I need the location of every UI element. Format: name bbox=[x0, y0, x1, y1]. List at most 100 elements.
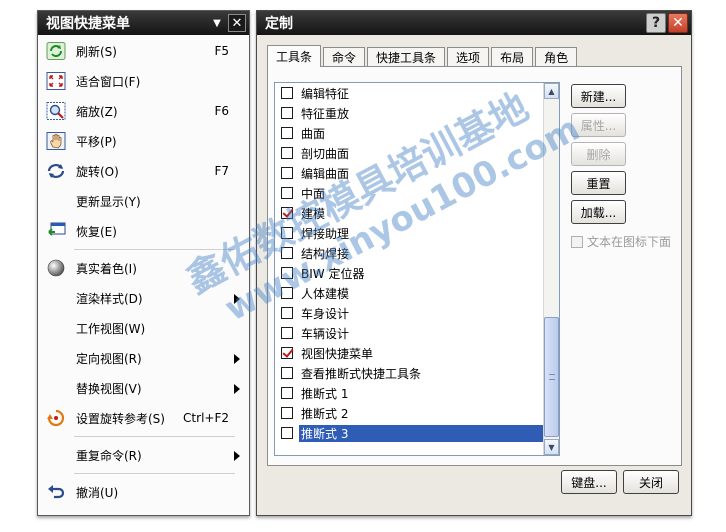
list-item-label: 视图快捷菜单 bbox=[301, 346, 374, 361]
refresh-icon bbox=[46, 42, 66, 60]
reset-button[interactable]: 重置 bbox=[571, 171, 626, 195]
menu-item-set-rotation-reference[interactable]: 设置旋转参考(S) Ctrl+F2 bbox=[38, 403, 249, 433]
submenu-arrow-icon bbox=[234, 294, 240, 304]
scroll-down-icon[interactable]: ▼ bbox=[544, 439, 559, 455]
menu-item-zoom[interactable]: 缩放(Z) F6 bbox=[38, 96, 249, 126]
help-button[interactable]: ? bbox=[646, 13, 666, 33]
menu-item-update-display[interactable]: 更新显示(Y) bbox=[38, 186, 249, 216]
delete-button[interactable]: 删除 bbox=[571, 142, 626, 166]
menu-item-render-style[interactable]: 渲染样式(D) bbox=[38, 283, 249, 313]
list-item-label: BIW 定位器 bbox=[301, 266, 365, 281]
toolbar-checkbox[interactable] bbox=[281, 207, 293, 219]
list-item[interactable]: 编辑特征 bbox=[275, 83, 545, 103]
toolbar-checkbox[interactable] bbox=[281, 227, 293, 239]
toolbar-checkbox[interactable] bbox=[281, 187, 293, 199]
menu-item-shortcut: F7 bbox=[214, 164, 229, 178]
text-below-icon-label: 文本在图标下面 bbox=[587, 235, 672, 249]
list-item[interactable]: 曲面 bbox=[275, 123, 545, 143]
list-item[interactable]: 建模 bbox=[275, 203, 545, 223]
list-item-label: 中面 bbox=[301, 186, 326, 201]
undo-icon bbox=[48, 485, 65, 499]
load-button[interactable]: 加载... bbox=[571, 200, 626, 224]
toolbar-checkbox[interactable] bbox=[281, 107, 293, 119]
list-item[interactable]: 视图快捷菜单 bbox=[275, 343, 545, 363]
list-item[interactable]: 结构焊接 bbox=[275, 243, 545, 263]
toolbar-checkbox[interactable] bbox=[281, 307, 293, 319]
list-item-label: 推断式 2 bbox=[301, 406, 349, 421]
toolbar-checkbox[interactable] bbox=[281, 427, 293, 439]
scroll-up-icon[interactable]: ▲ bbox=[544, 83, 559, 99]
toolbar-checkbox[interactable] bbox=[281, 127, 293, 139]
list-item[interactable]: 车身设计 bbox=[275, 303, 545, 323]
menu-item-label: 适合窗口(F) bbox=[76, 74, 141, 89]
list-item[interactable]: 特征重放 bbox=[275, 103, 545, 123]
toolbar-checkbox[interactable] bbox=[281, 327, 293, 339]
tab-toolbars[interactable]: 工具条 bbox=[267, 45, 322, 67]
submenu-arrow-icon bbox=[234, 451, 240, 461]
menu-item-label: 真实着色(I) bbox=[76, 261, 137, 276]
menu-item-rotate[interactable]: 旋转(O) F7 bbox=[38, 156, 249, 186]
list-item[interactable]: 焊接助理 bbox=[275, 223, 545, 243]
keyboard-button[interactable]: 键盘... bbox=[561, 470, 617, 494]
grip-icon bbox=[549, 374, 555, 380]
list-item[interactable]: 推断式 1 bbox=[275, 383, 545, 403]
new-button[interactable]: 新建... bbox=[571, 84, 626, 108]
close-button[interactable]: 关闭 bbox=[623, 470, 679, 494]
tab-shortcut-toolbars[interactable]: 快捷工具条 bbox=[367, 47, 446, 67]
quick-menu-items: 刷新(S) F5 适合窗口(F) 缩放(Z) F6 平移(P) 旋转(O) F7… bbox=[38, 35, 249, 507]
list-item[interactable]: 车辆设计 bbox=[275, 323, 545, 343]
toolbar-list[interactable]: 编辑特征 特征重放 曲面 剖切曲面 编辑曲面中面建模 焊接助理 结构焊接 BIW 定位器人体建… bbox=[274, 82, 560, 456]
tab-layout[interactable]: 布局 bbox=[491, 47, 534, 67]
toolbar-checkbox[interactable] bbox=[281, 167, 293, 179]
properties-button[interactable]: 属性... bbox=[571, 113, 626, 137]
list-item[interactable]: 中面 bbox=[275, 183, 545, 203]
menu-item-work-view[interactable]: 工作视图(W) bbox=[38, 313, 249, 343]
toolbar-checkbox[interactable] bbox=[281, 407, 293, 419]
chevron-down-icon[interactable]: ▼ bbox=[210, 18, 224, 29]
tab-options[interactable]: 选项 bbox=[447, 47, 490, 67]
menu-item-fit-window[interactable]: 适合窗口(F) bbox=[38, 66, 249, 96]
list-item[interactable]: 人体建模 bbox=[275, 283, 545, 303]
close-icon[interactable]: ✕ bbox=[228, 14, 246, 32]
tab-roles[interactable]: 角色 bbox=[535, 47, 578, 67]
scrollbar-thumb[interactable] bbox=[544, 317, 559, 437]
toolbar-checkbox[interactable] bbox=[281, 287, 293, 299]
view-quick-menu: 视图快捷菜单 ▼ ✕ 刷新(S) F5 适合窗口(F) 缩放(Z) F6 平移(… bbox=[37, 10, 250, 516]
menu-item-label: 定向视图(R) bbox=[76, 351, 142, 366]
menu-item-pan[interactable]: 平移(P) bbox=[38, 126, 249, 156]
customize-dialog: 定制 ? ✕ 工具条 命令 快捷工具条 选项 布局 角色 编辑特征 特征重放 曲面剖… bbox=[256, 10, 692, 516]
menu-item-orient-view[interactable]: 定向视图(R) bbox=[38, 343, 249, 373]
toolbar-checkbox[interactable] bbox=[281, 347, 293, 359]
list-item[interactable]: BIW 定位器 bbox=[275, 263, 545, 283]
close-icon[interactable]: ✕ bbox=[668, 13, 688, 33]
menu-item-true-shading[interactable]: 真实着色(I) bbox=[38, 253, 249, 283]
menu-item-refresh[interactable]: 刷新(S) F5 bbox=[38, 36, 249, 66]
menu-item-shortcut: F6 bbox=[214, 104, 229, 118]
text-below-icon-checkbox[interactable] bbox=[571, 235, 583, 248]
list-item[interactable]: 推断式 3 bbox=[275, 423, 545, 443]
menu-item-repeat-command[interactable]: 重复命令(R) bbox=[38, 440, 249, 470]
menu-item-replace-view[interactable]: 替换视图(V) bbox=[38, 373, 249, 403]
list-item[interactable]: 查看推断式快捷工具条 bbox=[275, 363, 545, 383]
quick-menu-title: 视图快捷菜单 bbox=[46, 16, 130, 32]
toolbar-checkbox[interactable] bbox=[281, 367, 293, 379]
list-item[interactable]: 推断式 2 bbox=[275, 403, 545, 423]
toolbar-checkbox[interactable] bbox=[281, 387, 293, 399]
list-item[interactable]: 剖切曲面 bbox=[275, 143, 545, 163]
list-item-label: 车辆设计 bbox=[301, 326, 350, 341]
dialog-titlebar: 定制 ? ✕ bbox=[257, 11, 691, 35]
toolbars-panel: 编辑特征 特征重放 曲面 剖切曲面 编辑曲面中面建模 焊接助理 结构焊接 BIW 定位器人体建… bbox=[267, 66, 682, 466]
menu-item-shortcut: Ctrl+F2 bbox=[183, 411, 229, 425]
toolbar-checkbox[interactable] bbox=[281, 267, 293, 279]
menu-item-label: 撤消(U) bbox=[76, 485, 119, 500]
list-item[interactable]: 编辑曲面 bbox=[275, 163, 545, 183]
menu-item-restore[interactable]: 恢复(E) bbox=[38, 216, 249, 246]
toolbar-checkbox[interactable] bbox=[281, 247, 293, 259]
tab-commands[interactable]: 命令 bbox=[323, 47, 366, 67]
toolbar-checkbox[interactable] bbox=[281, 87, 293, 99]
menu-item-undo[interactable]: 撤消(U) bbox=[38, 477, 249, 507]
list-scrollbar[interactable]: ▲ ▼ bbox=[543, 83, 559, 455]
menu-item-label: 平移(P) bbox=[76, 134, 117, 149]
toolbar-checkbox[interactable] bbox=[281, 147, 293, 159]
text-below-icon-option[interactable]: 文本在图标下面 bbox=[571, 233, 671, 250]
